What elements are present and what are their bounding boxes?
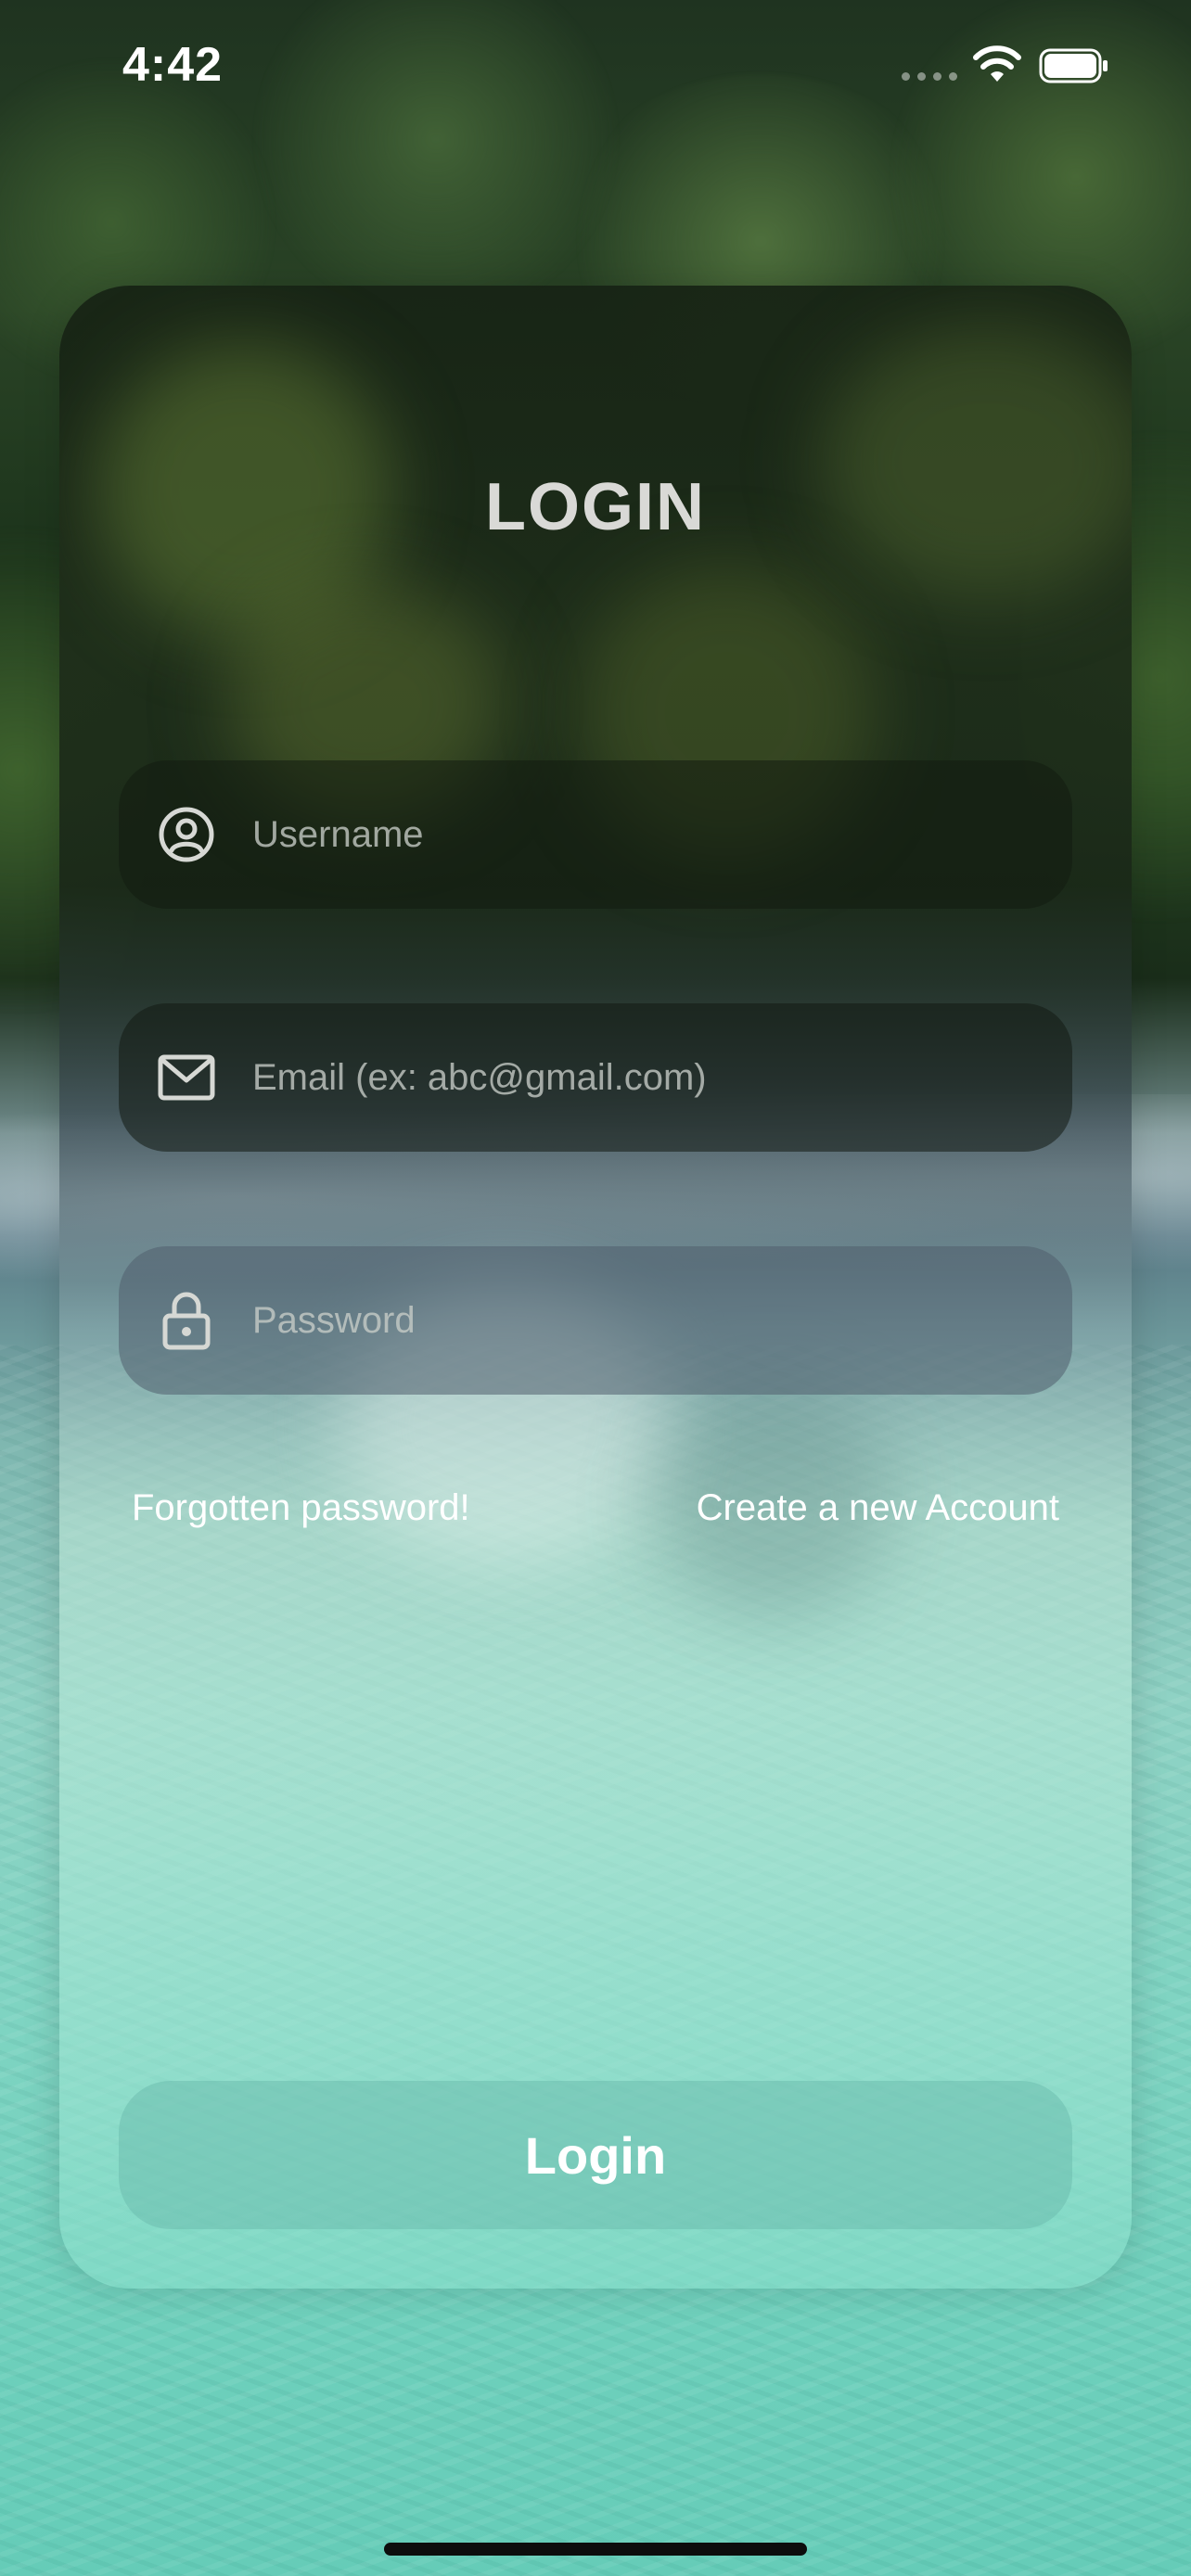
email-input[interactable] (252, 1056, 1072, 1099)
page-title: LOGIN (485, 470, 706, 544)
cellular-signal-icon (902, 72, 957, 81)
status-time: 4:42 (122, 38, 224, 92)
username-input[interactable] (252, 813, 1072, 856)
envelope-icon (156, 1047, 217, 1108)
login-button[interactable]: Login (119, 2081, 1072, 2229)
home-indicator[interactable] (384, 2543, 807, 2556)
email-field[interactable] (119, 1003, 1072, 1152)
lock-icon (156, 1290, 217, 1351)
wifi-icon (973, 45, 1021, 82)
status-bar: 4:42 (0, 0, 1191, 139)
password-field[interactable] (119, 1246, 1072, 1395)
forgot-password-link[interactable]: Forgotten password! (132, 1487, 470, 1529)
password-input[interactable] (252, 1299, 1072, 1342)
username-field[interactable] (119, 760, 1072, 909)
create-account-link[interactable]: Create a new Account (697, 1487, 1059, 1529)
battery-icon (1039, 48, 1108, 83)
login-card: LOGIN Username Email (ex: abc@gmail.com)… (59, 286, 1132, 2289)
user-circle-icon (156, 804, 217, 865)
